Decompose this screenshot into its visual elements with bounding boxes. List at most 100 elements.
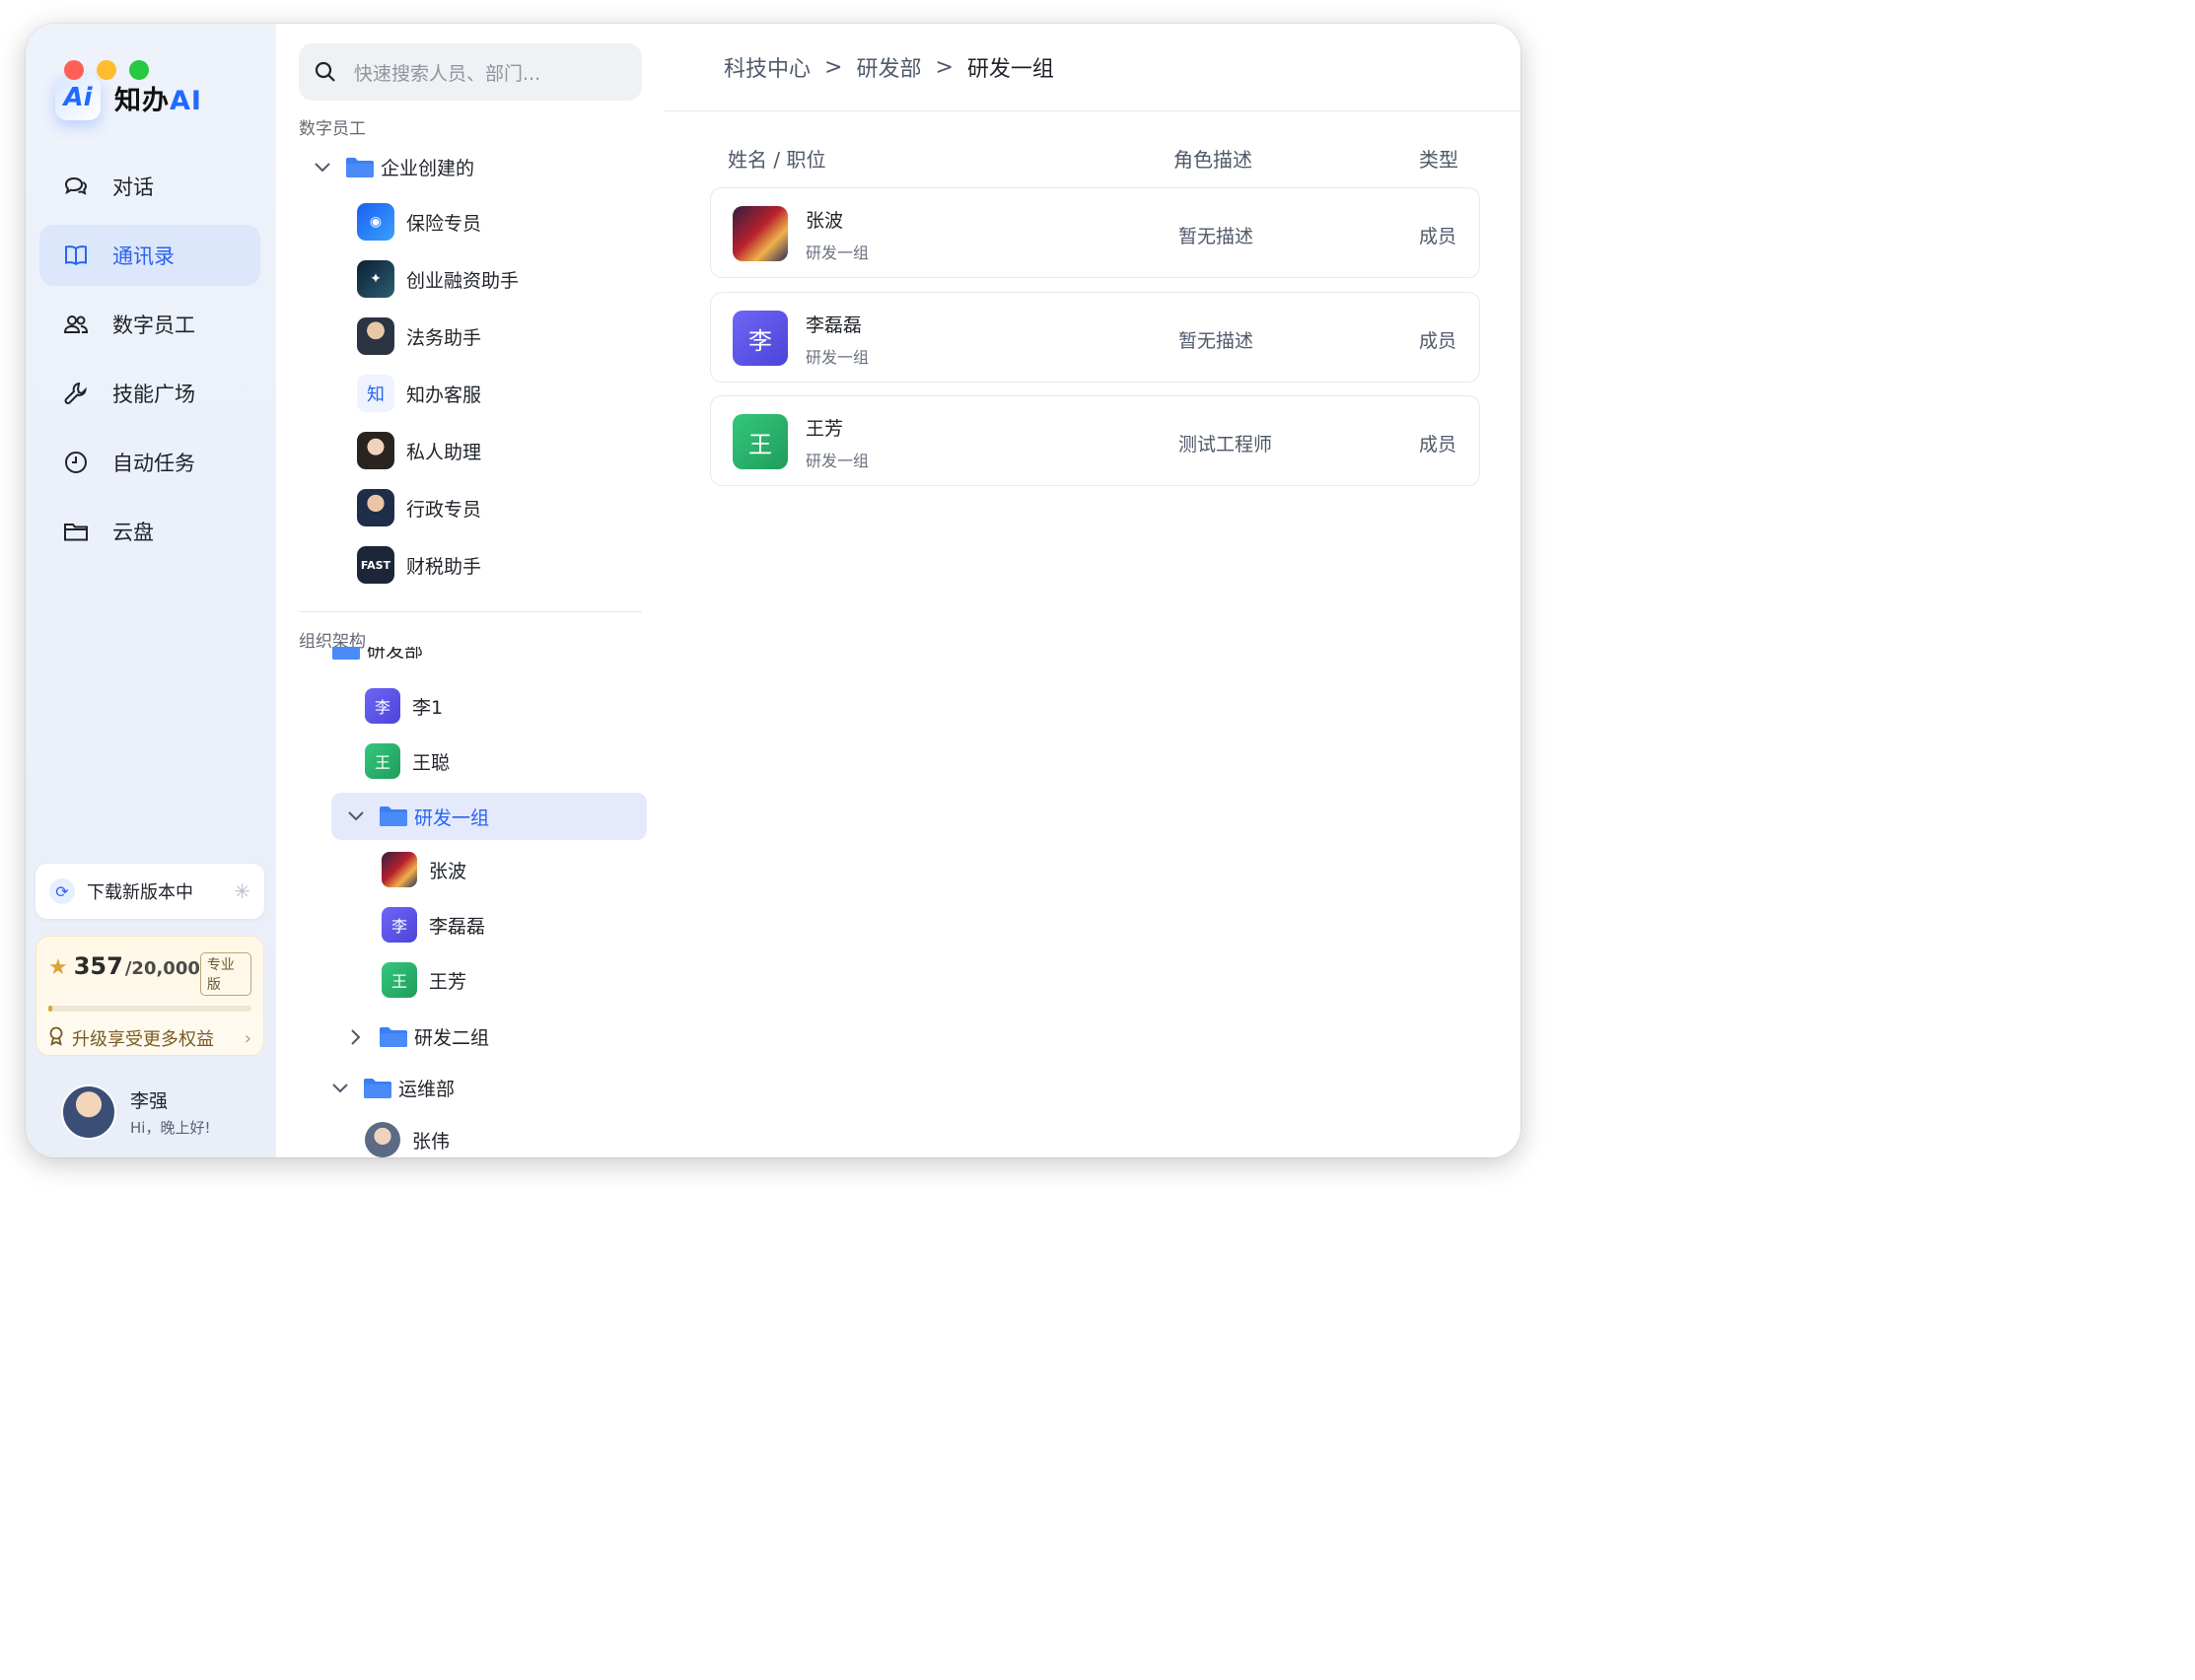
agent-item[interactable]: ✦ 创业融资助手: [357, 260, 519, 298]
agent-label: 行政专员: [406, 498, 482, 521]
column-header-name: 姓名 / 职位: [728, 148, 826, 172]
member-label: 张波: [429, 860, 467, 882]
member-item[interactable]: 张伟: [365, 1122, 450, 1157]
member-dept: 研发一组: [806, 452, 870, 470]
book-icon: [61, 241, 91, 270]
section-title-digital: 数字员工: [299, 119, 366, 139]
agent-item[interactable]: 行政专员: [357, 489, 481, 526]
agent-item[interactable]: 知 知办客服: [357, 375, 481, 412]
agent-item[interactable]: 法务助手: [357, 317, 481, 355]
breadcrumb-item[interactable]: 科技中心: [724, 51, 811, 83]
tree-folder-ops[interactable]: 运维部: [329, 1075, 455, 1101]
nav-item-tasks[interactable]: 自动任务: [39, 432, 260, 493]
member-avatar: 李: [382, 907, 417, 943]
directory-panel: 快速搜索人员、部门... 数字员工 企业创建的 ◉ 保险专员 ✦ 创业融资助手 …: [276, 24, 666, 1157]
startup-agent-icon: ✦: [357, 260, 394, 298]
nav-item-contacts[interactable]: 通讯录: [39, 225, 260, 286]
chevron-right-icon: ›: [244, 1027, 251, 1049]
award-icon: [48, 1026, 64, 1051]
member-avatar: 李: [365, 688, 400, 724]
upgrade-link[interactable]: 升级享受更多权益 ›: [48, 1025, 251, 1051]
member-type: 成员: [1419, 434, 1457, 455]
brand-name: 知办AI: [114, 85, 202, 116]
clock-icon: [61, 448, 91, 477]
breadcrumb-separator: >: [935, 54, 954, 80]
nav-label: 技能广场: [112, 383, 195, 406]
folder-icon: [61, 517, 91, 546]
tree-folder-rd-group2[interactable]: 研发二组: [345, 1023, 489, 1050]
column-header-desc: 角色描述: [1173, 148, 1252, 172]
nav-item-skills[interactable]: 技能广场: [39, 363, 260, 424]
minimize-window-button[interactable]: [97, 60, 116, 80]
star-icon: ★: [48, 955, 68, 980]
nav-item-digital-staff[interactable]: 数字员工: [39, 294, 260, 355]
breadcrumb-separator: >: [824, 54, 843, 80]
nav-label: 通讯录: [112, 245, 175, 268]
member-label: 李磊磊: [429, 915, 486, 938]
agent-label: 知办客服: [406, 384, 482, 406]
user-name: 李强: [130, 1090, 169, 1112]
agent-label: 财税助手: [406, 555, 482, 578]
folder-icon: [380, 1026, 407, 1047]
table-row[interactable]: 李 李磊磊 研发一组 暂无描述 成员: [710, 292, 1480, 383]
nav-label: 数字员工: [112, 314, 195, 337]
update-label: 下载新版本中: [87, 882, 193, 903]
maximize-window-button[interactable]: [129, 60, 149, 80]
table-row[interactable]: 张波 研发一组 暂无描述 成员: [710, 187, 1480, 278]
avatar: [61, 1085, 116, 1140]
agent-label: 创业融资助手: [406, 269, 520, 292]
member-type: 成员: [1419, 330, 1457, 352]
member-item[interactable]: 王 王芳: [382, 962, 466, 998]
nav-item-chat[interactable]: 对话: [39, 156, 260, 217]
member-dept: 研发一组: [806, 348, 870, 367]
member-avatar: [365, 1122, 400, 1157]
nav-label: 自动任务: [112, 452, 195, 475]
agent-label: 私人助理: [406, 441, 482, 463]
tree-folder-enterprise[interactable]: 企业创建的: [312, 154, 474, 180]
member-item[interactable]: 王 王聪: [365, 743, 450, 779]
chevron-down-icon: [312, 157, 333, 178]
chevron-down-icon: [345, 805, 367, 827]
folder-icon: [346, 157, 374, 177]
agent-item[interactable]: 私人助理: [357, 432, 481, 469]
agent-item[interactable]: ◉ 保险专员: [357, 203, 481, 241]
breadcrumb-item[interactable]: 研发部: [856, 51, 921, 83]
tree-folder-rd-group1[interactable]: 研发一组: [331, 793, 647, 840]
nav-item-cloud-drive[interactable]: 云盘: [39, 501, 260, 562]
member-avatar: [382, 852, 417, 887]
agent-item[interactable]: FAST 财税助手: [357, 546, 481, 584]
points-card[interactable]: ★ 357 /20,000 专业版 升级享受更多权益 ›: [35, 936, 264, 1056]
update-status-card[interactable]: ⟳ 下载新版本中 ✳: [35, 864, 264, 919]
loading-spinner-icon: ✳: [234, 879, 250, 903]
sync-icon: ⟳: [49, 878, 75, 904]
search-icon: [315, 61, 335, 82]
search-placeholder: 快速搜索人员、部门...: [354, 62, 541, 85]
tree-folder-rd-partial[interactable]: 研发部: [331, 647, 627, 665]
table-row[interactable]: 王 王芳 研发一组 测试工程师 成员: [710, 395, 1480, 486]
member-label: 李1: [412, 696, 444, 719]
users-icon: [61, 310, 91, 339]
role-description: 暂无描述: [1178, 226, 1254, 247]
folder-label: 研发部: [367, 647, 424, 662]
wrench-icon: [61, 379, 91, 408]
folder-label: 研发一组: [414, 806, 490, 829]
plan-badge: 专业版: [199, 952, 251, 996]
member-name: 李磊磊: [806, 315, 863, 336]
member-avatar: 李: [733, 311, 788, 366]
points-value: 357: [73, 952, 123, 980]
lawyer-avatar: [357, 317, 394, 355]
app-window: Ai 知办AI 对话 通讯录 数字员工 技能广场 自动任务 云盘 ⟳ 下载新版本…: [26, 24, 1521, 1157]
close-window-button[interactable]: [64, 60, 84, 80]
agent-label: 保险专员: [406, 212, 482, 235]
nav-label: 云盘: [112, 521, 154, 544]
user-profile[interactable]: 李强 Hi，晚上好!: [61, 1085, 210, 1140]
robot-icon: ◉: [357, 203, 394, 241]
fast-logo-icon: FAST: [357, 546, 394, 584]
member-item[interactable]: 李 李磊磊: [382, 907, 485, 943]
member-avatar: 王: [733, 414, 788, 469]
points-progress-bar: [48, 1006, 251, 1012]
member-item[interactable]: 李 李1: [365, 688, 443, 724]
search-input[interactable]: 快速搜索人员、部门...: [299, 43, 642, 101]
member-item[interactable]: 张波: [382, 852, 466, 887]
chevron-down-icon: [329, 1078, 351, 1099]
